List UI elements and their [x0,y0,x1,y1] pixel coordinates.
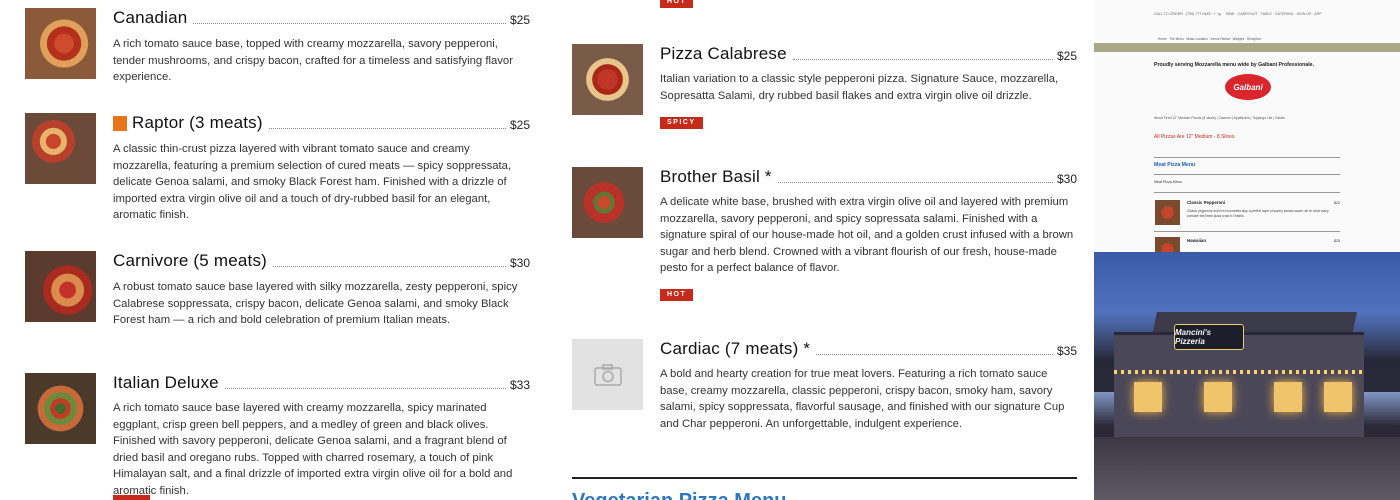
storefront-sign: Mancini's Pizzeria [1174,324,1244,350]
tag-hot: HOT [660,289,694,301]
screenshot-item-name: Classic Pepperoni [1187,200,1226,205]
screenshot-section-sub: Meat Pizza Menu [1154,180,1182,184]
leader-dots [777,182,1053,183]
screenshot-item-desc: Classic pepperoni and rich mozzarella at… [1187,209,1329,218]
item-name: Raptor (3 meats) [132,113,263,132]
item-price: $25 [509,118,530,132]
section-heading-vegetarian: Vegetarian Pizza Menu [572,490,787,500]
pizza-image-calabrese [572,44,643,115]
screenshot-nav: Home · The Menu · Music Location · Venue… [1158,37,1262,41]
leader-dots [268,128,506,129]
screenshot-item-name: Hawaiian [1187,238,1207,243]
item-description: A rich tomato sauce base layered with cr… [113,402,513,497]
screenshot-rule [1154,174,1340,175]
parking-lot [1094,437,1400,500]
screenshot-band [1094,43,1400,52]
item-name: Cardiac (7 meats) * [660,339,811,358]
item-name: Pizza Calabrese [660,44,787,63]
screenshot-submenu: Wood Fired 12" Medium Pizzas (8 slices) … [1154,116,1285,120]
pizza-image-brother-basil [572,167,643,238]
tag-badge [113,495,150,500]
item-description: A classic thin-crust pizza layered with … [113,143,512,221]
leader-dots [193,23,506,24]
item-description: A delicate white base, brushed with extr… [660,196,1074,274]
item-description: Italian variation to a classic style pep… [660,73,1059,102]
item-name: Brother Basil * [660,167,772,186]
menu-item-header: Brother Basil * $30 [660,167,1077,187]
camera-icon [593,363,622,386]
screenshot-section-title: Meat Pizza Menu [1154,162,1196,168]
pizza-image-canadian [25,8,96,79]
lit-window [1324,382,1352,412]
item-price: $25 [1056,49,1077,63]
item-price: $33 [509,378,530,392]
menu-item-header: Canadian $25 [113,8,530,28]
tag-spicy: SPICY [660,117,703,129]
menu-item-header: Raptor (3 meats) $25 [113,113,530,133]
galbani-logo: Galbani [1225,74,1271,100]
image-placeholder [572,339,643,410]
screenshot-item-price: $25 [1334,239,1340,243]
screenshot-item-price: $22 [1334,201,1340,205]
screenshot-tagline: Proudly serving Mozzarella menu wide by … [1154,62,1314,68]
lit-window [1204,382,1232,412]
ribbon-icon [113,116,127,131]
leader-dots [792,59,1053,60]
menu-item-header: Italian Deluxe $33 [113,373,530,393]
item-price: $35 [1056,344,1077,358]
menu-item-header: Pizza Calabrese $25 [660,44,1077,64]
pizza-image-raptor [25,113,96,184]
section-divider [572,477,1077,479]
item-price: $25 [509,13,530,27]
item-name: Carnivore (5 meats) [113,251,268,270]
storefront-photo: Mancini's Pizzeria [1094,252,1400,500]
item-price: $30 [1056,172,1077,186]
item-description: A robust tomato sauce base layered with … [113,281,518,326]
lit-window [1274,382,1302,412]
menu-item-header: Cardiac (7 meats) * $35 [660,339,1077,359]
item-description: A bold and hearty creation for true meat… [660,368,1065,430]
screenshot-thumb [1155,200,1180,225]
screenshot-rule [1154,192,1340,193]
screenshot-topbar: CALL TO ORDER · (705) 777-0483 · f · ig … [1154,12,1322,16]
leader-dots [816,354,1053,355]
lit-window [1134,382,1162,412]
pizza-image-carnivore [25,251,96,322]
leader-dots [224,388,506,389]
item-description: A rich tomato sauce base, topped with cr… [113,38,513,83]
screenshot-size-note: All Pizzas Are 12" Medium - 8 Slices [1154,134,1235,140]
leader-dots [273,266,506,267]
screenshot-rule [1154,231,1340,232]
item-name: Italian Deluxe [113,373,219,392]
item-name: Canadian [113,8,188,27]
screenshot-rule [1154,157,1340,158]
string-lights [1114,370,1364,374]
website-screenshot-image: CALL TO ORDER · (705) 777-0483 · f · ig … [1094,0,1400,252]
menu-item-header: Carnivore (5 meats) $30 [113,251,530,271]
item-price: $30 [509,256,530,270]
pizza-image-italian-deluxe [25,373,96,444]
screenshot-thumb [1155,237,1180,252]
tag-hot: HOT [660,0,694,8]
